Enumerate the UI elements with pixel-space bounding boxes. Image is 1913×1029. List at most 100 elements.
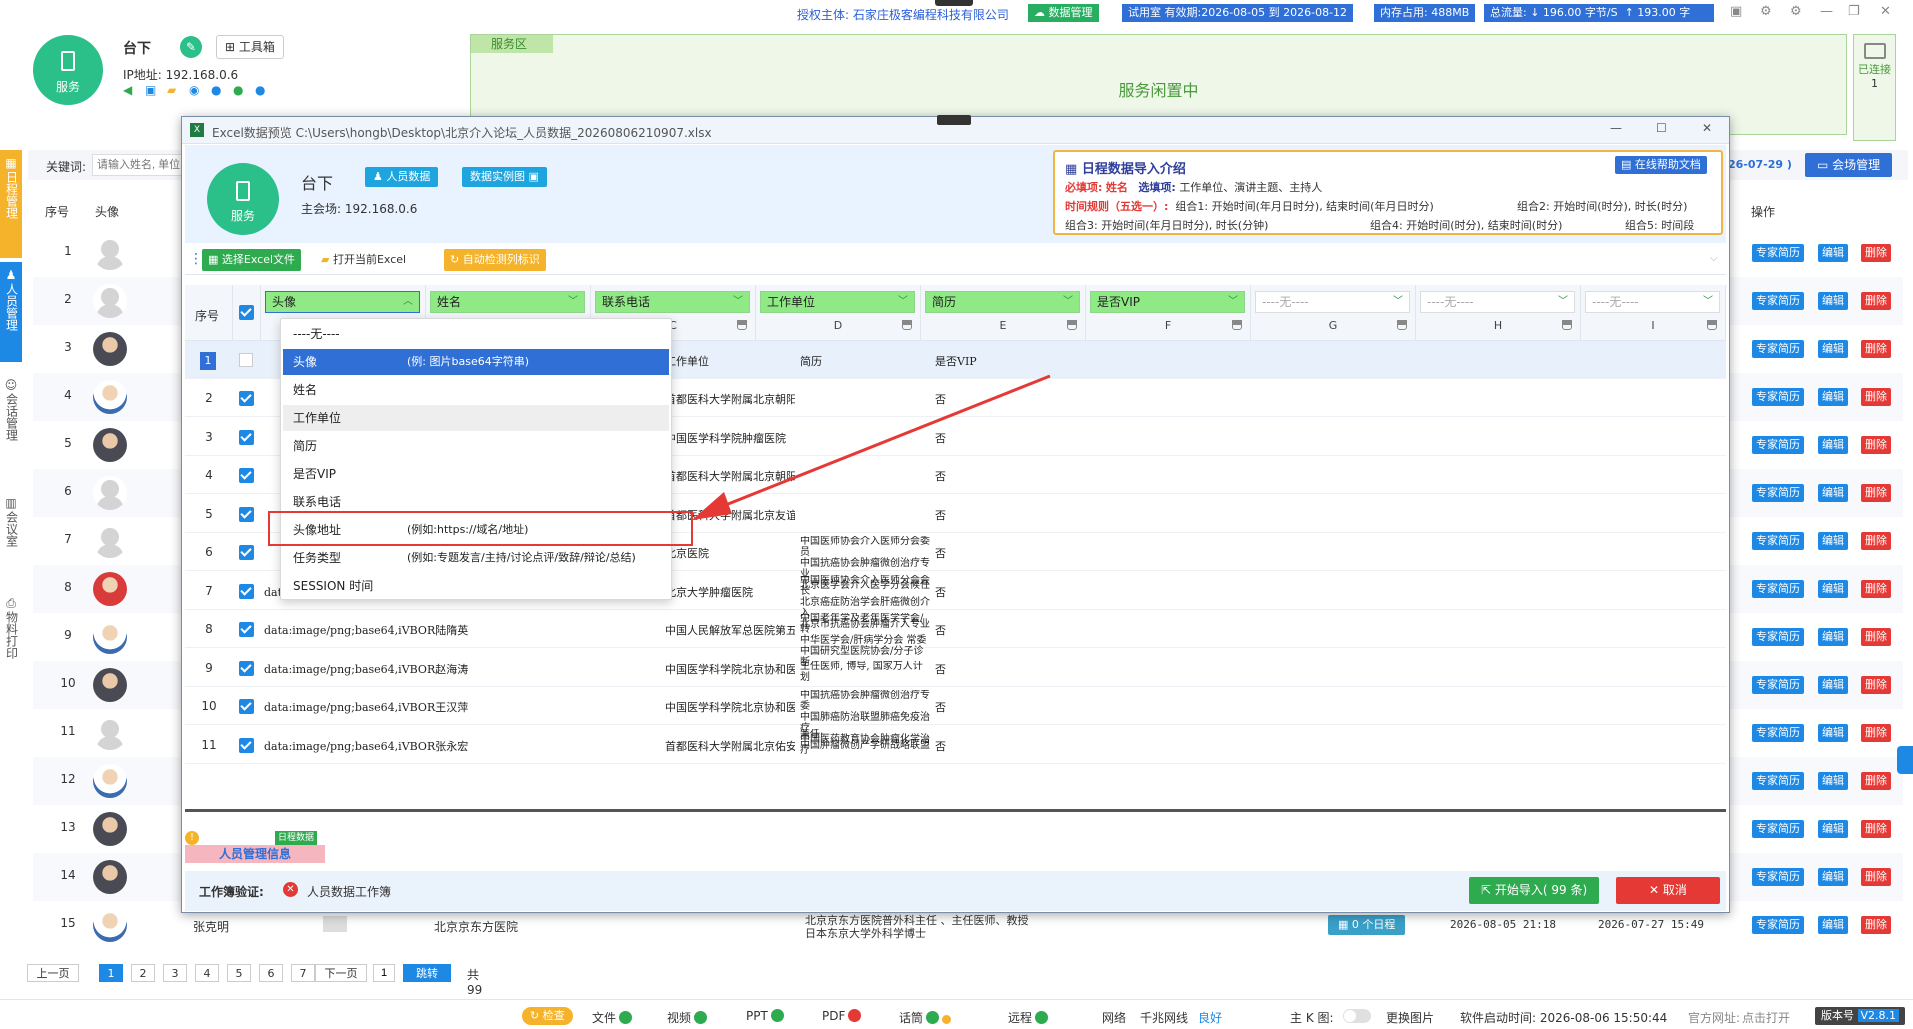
profile-button[interactable]: 专家简历 [1752,676,1804,694]
delete-button[interactable]: 删除 [1861,436,1891,454]
minimize-icon[interactable]: — [1610,121,1622,135]
monitor-icon[interactable]: ▣ [145,83,156,97]
start-import-button[interactable]: ⇱ 开始导入( 99 条) [1469,877,1600,904]
delete-button[interactable]: 删除 [1861,676,1891,694]
page-button[interactable]: 7 [291,964,315,982]
profile-button[interactable]: 专家简历 [1752,532,1804,550]
page-button[interactable]: 3 [163,964,187,982]
delete-button[interactable]: 删除 [1861,532,1891,550]
grid-hscrollbar[interactable] [185,809,1726,812]
column-mapping-select[interactable]: 联系电话 ﹀ [595,291,750,313]
nav-meeting-room[interactable]: ▥ 会议室 [0,490,22,570]
edit-button[interactable]: 编辑 [1818,436,1848,454]
wechat-icon[interactable]: ● [233,83,243,97]
column-mapping-select[interactable]: 头像 ︿ [265,291,420,313]
page-button[interactable]: 5 [227,964,251,982]
filter-icon[interactable] [1397,320,1407,330]
service-circle[interactable]: 服务 [207,163,279,235]
delete-button[interactable]: 删除 [1861,628,1891,646]
column-mapping-select[interactable]: ----无---- ﹀ [1420,291,1575,313]
select-excel-button[interactable]: ▦ 选择Excel文件 [202,249,302,271]
more-icon[interactable]: ⋮ [189,251,203,267]
column-mapping-select[interactable]: ----无---- ﹀ [1585,291,1720,313]
connection-box[interactable]: 已连接 1 [1853,34,1896,141]
change-image-button[interactable]: 更换图片 [1386,1009,1434,1026]
column-mapping-select[interactable]: 简历 ﹀ [925,291,1080,313]
edit-button[interactable]: 编辑 [1818,484,1848,502]
folder-icon[interactable]: ▰ [167,83,176,97]
service-circle[interactable]: 服务 [33,35,103,105]
profile-button[interactable]: 专家简历 [1752,916,1804,934]
delete-button[interactable]: 删除 [1861,580,1891,598]
close-icon[interactable]: ✕ [1880,4,1891,19]
select-all-checkbox[interactable] [239,305,254,320]
check-button[interactable]: ↻ 检查 [522,1007,573,1025]
delete-button[interactable]: 删除 [1861,916,1891,934]
edit-button[interactable]: 编辑 [1818,628,1848,646]
delete-button[interactable]: 删除 [1861,388,1891,406]
profile-button[interactable]: 专家简历 [1752,388,1804,406]
row-checkbox[interactable] [239,699,254,714]
close-icon[interactable]: ✕ [1702,121,1712,135]
sheet-tab-people[interactable]: 人员管理信息 [185,845,325,863]
row-checkbox[interactable] [239,583,254,599]
column-mapping-select[interactable]: 是否VIP ﹀ [1090,291,1245,313]
maximize-icon[interactable]: ☐ [1656,121,1667,135]
profile-button[interactable]: 专家简历 [1752,724,1804,742]
filter-icon[interactable] [1707,320,1717,330]
edit-button[interactable]: 编辑 [1818,772,1848,790]
data-example-button[interactable]: 数据实例图 ▣ [462,167,547,187]
column-mapping-select[interactable]: 姓名 ﹀ [430,291,585,313]
profile-button[interactable]: 专家简历 [1752,292,1804,310]
profile-button[interactable]: 专家简历 [1752,340,1804,358]
profile-button[interactable]: 专家简历 [1752,436,1804,454]
delete-button[interactable]: 删除 [1861,244,1891,262]
grid-row[interactable]: 9 data:image/png;base64,iVBOR赵海涛 中国医学科学院北京… [185,649,1726,687]
speaker-icon[interactable]: ◀ [123,83,132,97]
row-checkbox[interactable] [239,660,254,676]
restore-icon[interactable]: ❐ [1848,4,1860,19]
profile-button[interactable]: 专家简历 [1752,772,1804,790]
prev-page-button[interactable]: 上一页 [27,964,79,982]
page-button[interactable]: 4 [195,964,219,982]
column-mapping-select[interactable]: ----无---- ﹀ [1255,291,1410,313]
grid-row[interactable]: 10 data:image/png;base64,iVBOR王汉萍 中国医学科学院北… [185,687,1726,756]
site-open-link[interactable]: 点击打开 [1742,1009,1790,1026]
main-k-toggle[interactable] [1343,1009,1371,1023]
profile-button[interactable]: 专家简历 [1752,484,1804,502]
venue-mgmt-button[interactable]: ▭ 会场管理 [1805,153,1893,177]
edit-button[interactable]: 编辑 [1818,532,1848,550]
column-mapping-select[interactable]: 工作单位 ﹀ [760,291,915,313]
edit-button[interactable]: 编辑 [1818,244,1848,262]
dropdown-option[interactable]: 头像 (例: 图片base64字符串) [283,349,669,375]
delete-button[interactable]: 删除 [1861,820,1891,838]
jump-button[interactable]: 跳转 [403,964,451,982]
filter-icon[interactable] [1067,320,1077,330]
edit-button[interactable]: 编辑 [1818,916,1848,934]
filter-icon[interactable] [902,320,912,330]
row-checkbox[interactable] [239,429,254,445]
filter-icon[interactable] [1232,320,1242,330]
nav-print[interactable]: ⎙ 物料打印 [0,590,22,690]
row-checkbox[interactable] [239,468,254,483]
edit-button[interactable]: 编辑 [1818,724,1848,742]
delete-button[interactable]: 删除 [1861,724,1891,742]
profile-button[interactable]: 专家简历 [1752,820,1804,838]
edit-button[interactable]: 编辑 [1818,340,1848,358]
data-mgmt-badge[interactable]: ☁ 数据管理 [1028,4,1099,22]
page-button[interactable]: 6 [259,964,283,982]
profile-button[interactable]: 专家简历 [1752,580,1804,598]
schedule-count-badge[interactable]: ▦ 0 个日程 [1328,915,1406,935]
edit-icon[interactable]: ✎ [180,36,202,58]
row-checkbox[interactable] [239,353,253,367]
cancel-button[interactable]: ✕ 取消 [1616,877,1720,904]
row-checkbox[interactable] [239,391,254,406]
edit-button[interactable]: 编辑 [1818,676,1848,694]
gear-icon[interactable]: ⚙ [1760,4,1772,19]
chevron-down-icon[interactable]: ⌵ [1710,253,1718,264]
help-doc-button[interactable]: ▤ 在线帮助文档 [1615,156,1707,174]
next-page-button[interactable]: 下一页 [315,964,367,982]
drag-handle[interactable] [937,115,971,125]
row-checkbox[interactable] [239,506,254,522]
globe-icon[interactable]: ● [211,83,221,97]
